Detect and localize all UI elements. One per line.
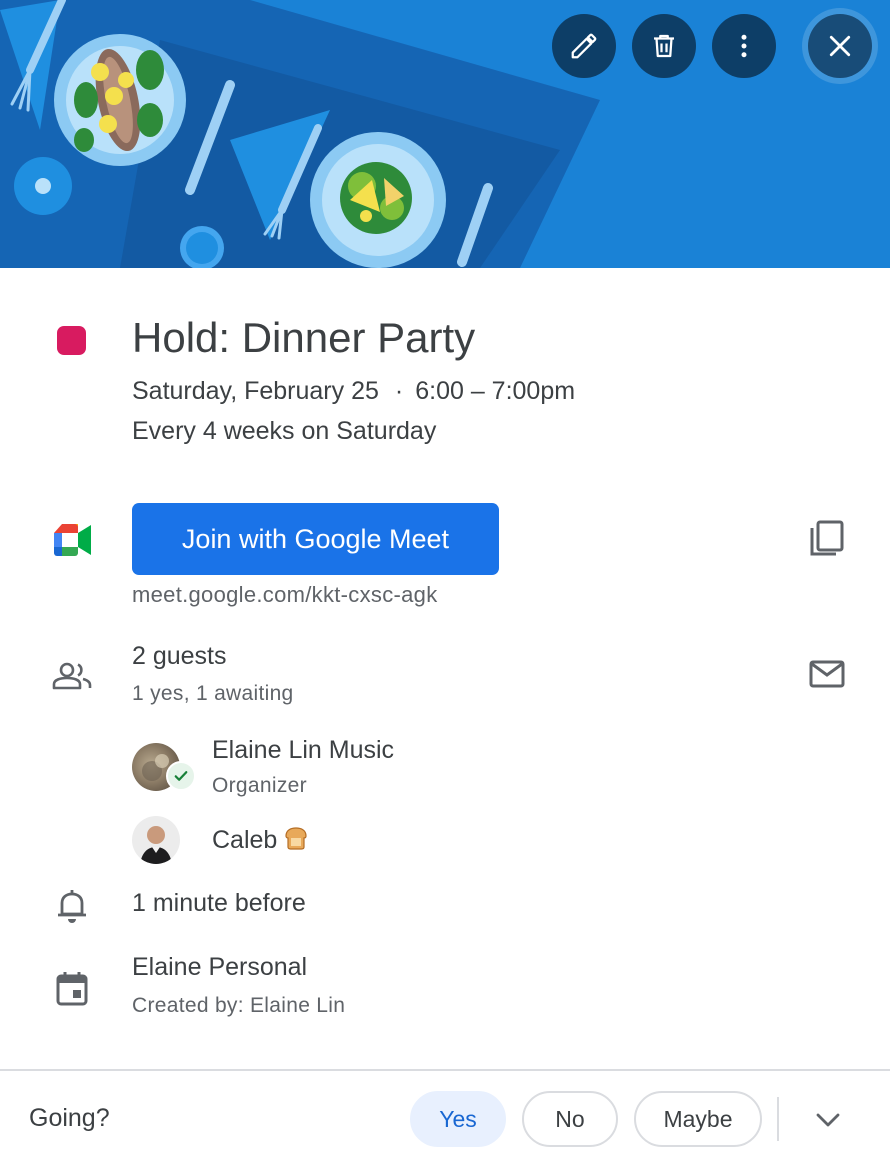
more-options-button[interactable] bbox=[712, 14, 776, 78]
google-meet-icon bbox=[54, 524, 91, 556]
guest-name-text: Caleb bbox=[212, 826, 278, 854]
calendar-name: Elaine Personal bbox=[132, 953, 308, 981]
email-guests-icon[interactable] bbox=[808, 658, 846, 690]
event-datetime: Saturday, February 25 · 6:00 – 7:00pm bbox=[132, 377, 575, 406]
event-recurrence: Every 4 weeks on Saturday bbox=[132, 417, 437, 445]
reminder-label: 1 minute before bbox=[132, 889, 306, 917]
rsvp-more-options-button[interactable] bbox=[806, 1100, 850, 1140]
bell-icon bbox=[58, 890, 86, 923]
close-button[interactable] bbox=[808, 14, 872, 78]
bread-icon bbox=[285, 827, 307, 850]
close-icon bbox=[829, 35, 851, 57]
pencil-icon bbox=[571, 33, 597, 59]
rsvp-yes-button[interactable]: Yes bbox=[410, 1091, 506, 1147]
event-title: Hold: Dinner Party bbox=[132, 314, 476, 361]
footer-divider bbox=[0, 1069, 890, 1071]
guest-name: Caleb bbox=[212, 825, 309, 855]
avatar-caleb bbox=[132, 816, 180, 864]
guest-count[interactable]: 2 guests bbox=[132, 642, 227, 671]
guest-name: Elaine Lin Music bbox=[212, 736, 395, 764]
calendar-creator: Created by: Elaine Lin bbox=[132, 994, 346, 1017]
guest-response-summary: 1 yes, 1 awaiting bbox=[132, 682, 294, 705]
rsvp-prompt: Going? bbox=[29, 1104, 110, 1132]
trash-icon bbox=[654, 34, 674, 58]
guest-role: Organizer bbox=[212, 774, 307, 797]
chevron-down-icon bbox=[816, 1113, 840, 1127]
attending-check-icon bbox=[166, 761, 196, 791]
meet-link[interactable]: meet.google.com/kkt-cxsc-agk bbox=[132, 582, 438, 608]
edit-event-button[interactable] bbox=[552, 14, 616, 78]
calendar-icon bbox=[56, 972, 88, 1006]
people-icon bbox=[52, 662, 92, 690]
event-color-indicator bbox=[57, 326, 86, 355]
join-meet-button[interactable]: Join with Google Meet bbox=[132, 503, 499, 575]
header-banner bbox=[0, 0, 890, 268]
rsvp-no-button[interactable]: No bbox=[522, 1091, 618, 1147]
delete-event-button[interactable] bbox=[632, 14, 696, 78]
copy-icon[interactable] bbox=[808, 518, 846, 558]
datetime-separator: · bbox=[394, 377, 404, 405]
rsvp-maybe-button[interactable]: Maybe bbox=[634, 1091, 762, 1147]
event-date: Saturday, February 25 bbox=[132, 377, 379, 405]
event-time: 6:00 – 7:00pm bbox=[415, 377, 576, 405]
rsvp-separator bbox=[777, 1097, 779, 1141]
more-vert-icon bbox=[741, 34, 747, 58]
